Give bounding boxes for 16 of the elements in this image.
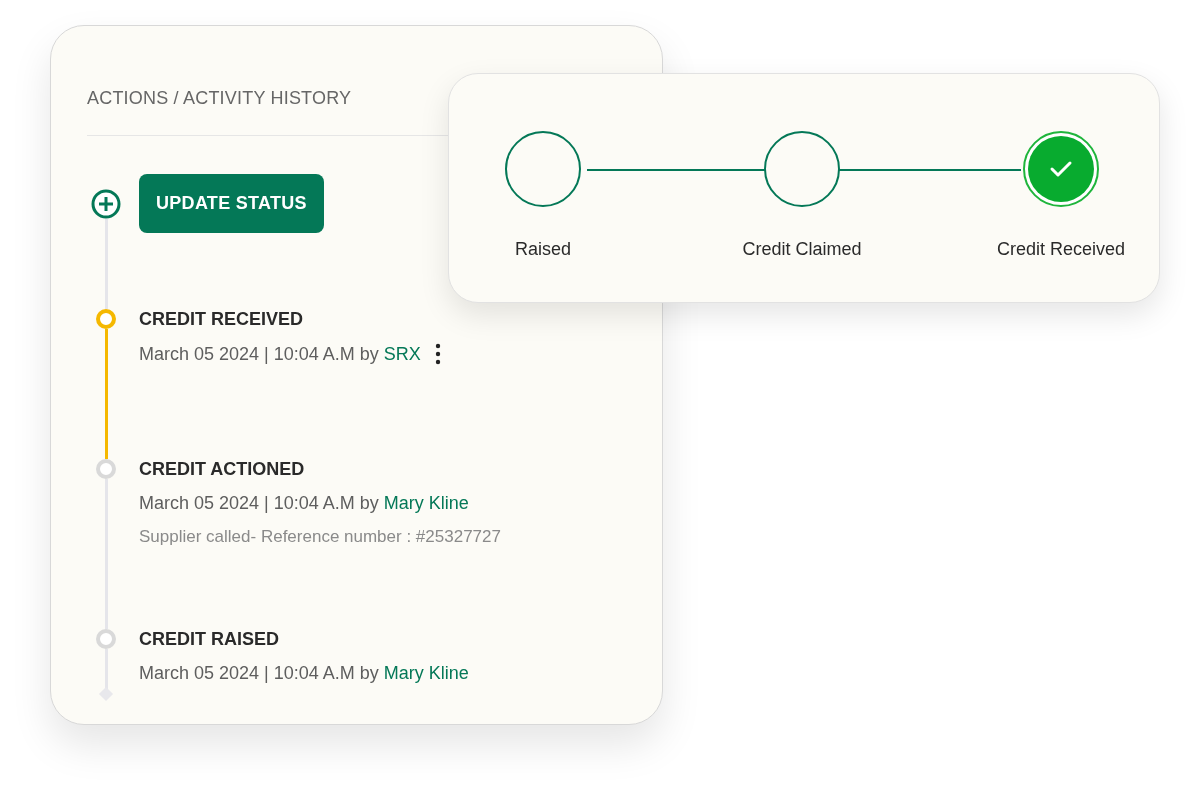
event-meta: March 05 2024 | 10:04 A.M by SRX [139, 343, 421, 365]
user-link[interactable]: Mary Kline [383, 493, 469, 513]
user-link[interactable]: SRX [383, 343, 421, 364]
event-meta: March 05 2024 | 10:04 A.M by Mary Kline [139, 493, 469, 514]
step-label: Credit Received [996, 239, 1126, 260]
step-label: Raised [515, 239, 571, 260]
event-meta: March 05 2024 | 10:04 A.M by Mary Kline [139, 663, 469, 684]
step-label: Credit Claimed [742, 239, 862, 260]
update-status-button[interactable]: UPDATE STATUS [139, 174, 324, 233]
event-note: Supplier called- Reference number : #25327727 [139, 527, 501, 547]
event-title: CREDIT RAISED [139, 629, 280, 649]
add-icon[interactable] [91, 189, 121, 219]
event-title: CREDIT ACTIONED [139, 459, 306, 479]
event-title: CREDIT RECEIVED [139, 309, 305, 329]
user-link[interactable]: Mary Kline [383, 663, 469, 683]
more-options-icon[interactable] [434, 343, 441, 365]
